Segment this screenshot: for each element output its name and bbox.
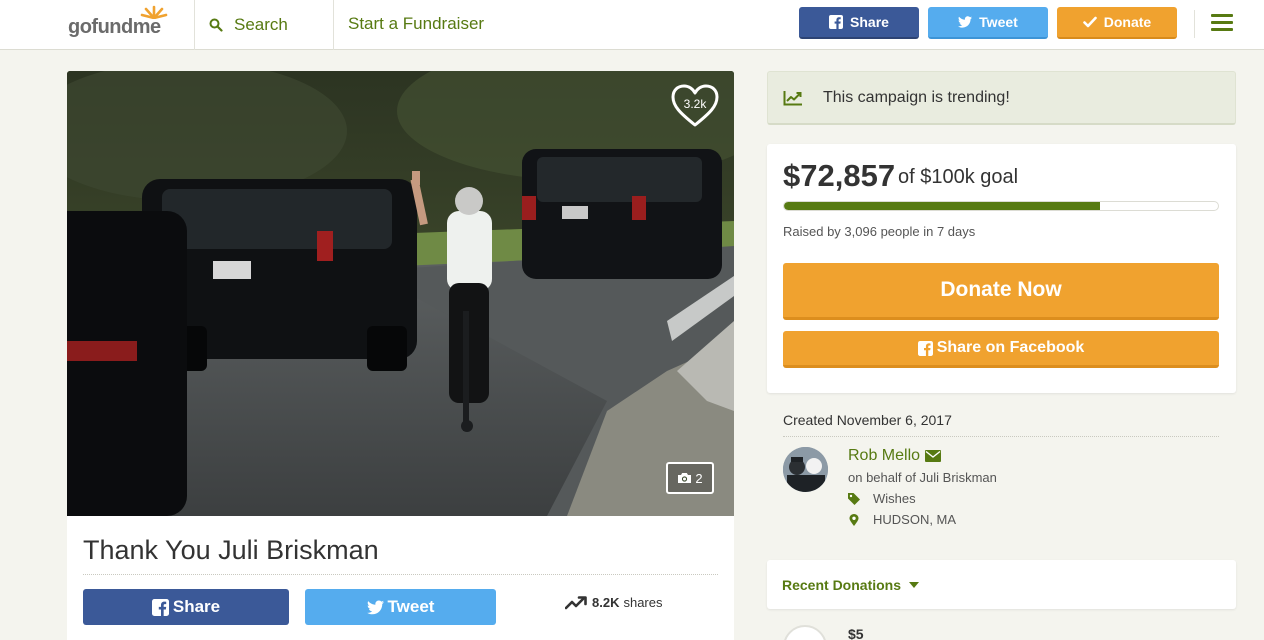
- created-divider: [783, 436, 1219, 437]
- donation-stats-card: $72,857 of $100k goal Raised by 3,096 pe…: [767, 144, 1236, 393]
- title-divider: [83, 574, 718, 575]
- caret-down-icon: [909, 582, 920, 588]
- donor-avatar: [783, 625, 827, 640]
- search-button[interactable]: Search: [194, 0, 334, 50]
- top-navigation: gofundme Search Start a Fundraiser Share…: [0, 0, 1264, 50]
- goal-amount: of $100k goal: [898, 166, 1019, 188]
- envelope-icon[interactable]: [925, 450, 942, 462]
- logo-wordmark: gofundme: [68, 16, 161, 38]
- share-on-facebook-button[interactable]: Share on Facebook: [783, 331, 1219, 368]
- recent-donations-card: Recent Donations: [767, 560, 1236, 609]
- share-count-value: 8.2K: [592, 595, 620, 610]
- progress-fill: [784, 202, 1101, 210]
- search-label: Search: [234, 15, 288, 34]
- organizer-photo: [783, 447, 828, 492]
- trending-text: This campaign is trending!: [823, 88, 1010, 106]
- amount-raised: $72,857: [783, 158, 896, 193]
- share-count-label: shares: [623, 595, 663, 610]
- nav-divider: [1194, 10, 1195, 38]
- check-icon: [1082, 16, 1097, 28]
- facebook-icon: [829, 15, 844, 29]
- hamburger-icon[interactable]: [1211, 14, 1233, 32]
- campaign-share-label: Share: [172, 597, 221, 616]
- organizer-name-link[interactable]: Rob Mello: [848, 447, 942, 465]
- campaign-title-card: Thank You Juli Briskman Share Tweet 8.2K…: [67, 516, 734, 640]
- organizer-avatar[interactable]: [783, 447, 828, 492]
- gofundme-logo[interactable]: gofundme: [68, 5, 178, 41]
- created-date: Created November 6, 2017: [783, 412, 952, 428]
- location-label: HUDSON, MA: [873, 512, 957, 527]
- header-donate-button[interactable]: Donate: [1057, 7, 1177, 39]
- twitter-icon: [958, 16, 973, 28]
- campaign-share-button[interactable]: Share: [83, 589, 289, 625]
- campaign-photo[interactable]: 3.2k 2: [67, 71, 734, 516]
- header-tweet-button[interactable]: Tweet: [928, 7, 1048, 39]
- heart-button[interactable]: 3.2k: [670, 84, 720, 128]
- donate-now-button[interactable]: Donate Now: [783, 263, 1219, 320]
- recent-donations-toggle[interactable]: Recent Donations: [782, 577, 920, 593]
- chart-trend-icon: [783, 90, 802, 105]
- campaign-tweet-label: Tweet: [387, 597, 435, 616]
- progress-bar: [783, 201, 1219, 211]
- on-behalf-text: on behalf of Juli Briskman: [848, 470, 997, 485]
- organizer-name: Rob Mello: [848, 447, 921, 464]
- category-label: Wishes: [873, 491, 916, 506]
- map-pin-icon: [849, 513, 859, 526]
- facebook-icon: [151, 598, 169, 616]
- campaign-tweet-button[interactable]: Tweet: [305, 589, 496, 625]
- campaign-category[interactable]: Wishes: [848, 491, 916, 506]
- campaign-image: [67, 71, 734, 516]
- trending-icon: [565, 595, 587, 609]
- header-share-button[interactable]: Share: [799, 7, 919, 39]
- raised-by-text: Raised by 3,096 people in 7 days: [783, 224, 976, 239]
- camera-icon: [678, 473, 692, 483]
- recent-donations-heading: Recent Donations: [782, 577, 902, 593]
- photo-gallery-button[interactable]: 2: [666, 462, 714, 494]
- header-share-label: Share: [850, 14, 889, 30]
- share-count: 8.2K shares: [565, 595, 663, 610]
- trending-banner: This campaign is trending!: [767, 71, 1236, 125]
- facebook-icon: [917, 340, 933, 356]
- share-on-facebook-label: Share on Facebook: [936, 339, 1085, 356]
- tag-icon: [848, 492, 860, 505]
- start-fundraiser-link[interactable]: Start a Fundraiser: [348, 14, 484, 34]
- campaign-title: Thank You Juli Briskman: [83, 535, 379, 565]
- donation-amount: $5: [848, 626, 864, 640]
- campaign-location: HUDSON, MA: [848, 512, 956, 527]
- twitter-icon: [366, 599, 384, 614]
- search-icon: [209, 18, 223, 32]
- photo-count-value: 2: [695, 470, 703, 486]
- header-donate-label: Donate: [1103, 14, 1152, 30]
- heart-count: 3.2k: [683, 97, 707, 111]
- header-tweet-label: Tweet: [979, 14, 1018, 30]
